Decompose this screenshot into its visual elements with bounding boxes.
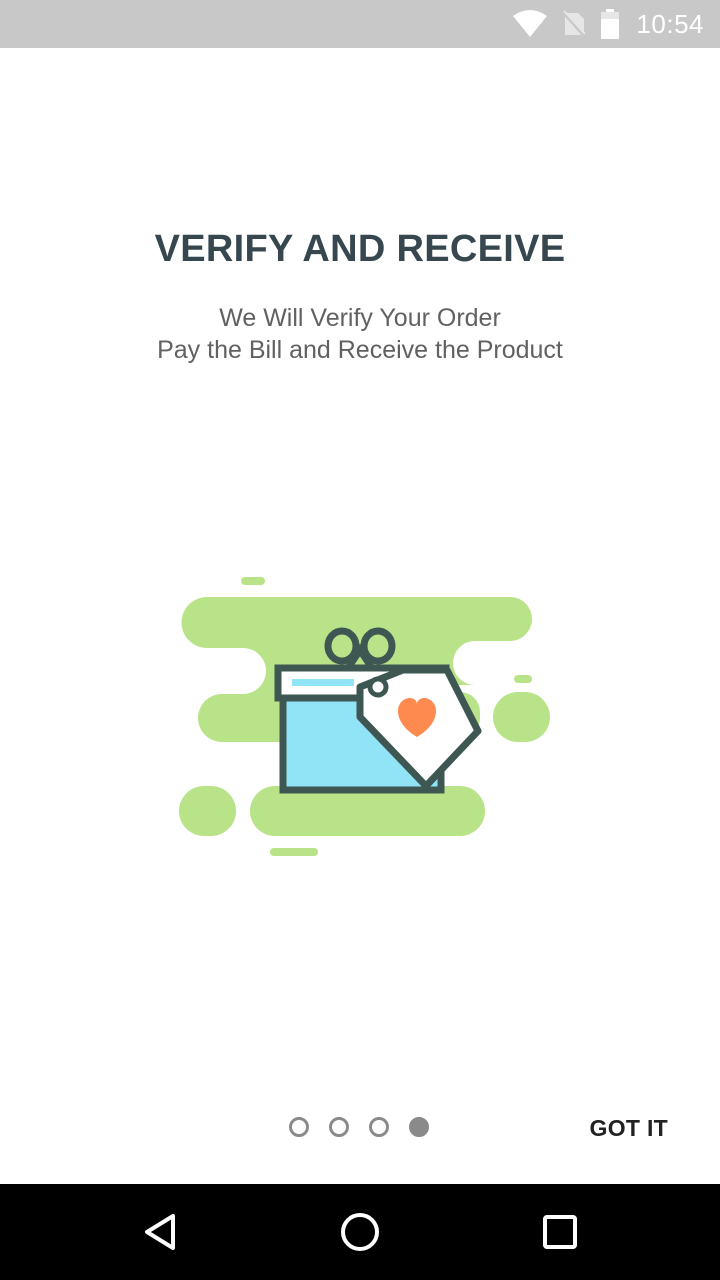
no-sim-icon — [562, 10, 587, 38]
back-icon — [145, 1214, 175, 1250]
recents-icon — [543, 1215, 577, 1249]
wifi-icon — [513, 10, 548, 37]
page-indicator — [289, 1117, 429, 1137]
gift-lid-stripe — [292, 679, 354, 686]
page-dot-1[interactable] — [289, 1117, 309, 1137]
page-title: VERIFY AND RECEIVE — [154, 228, 566, 270]
blob-pill-right — [493, 692, 550, 742]
blob-small-dash-top — [241, 577, 265, 585]
gift-tag-illustration — [179, 577, 550, 856]
page-description: We Will Verify Your Order Pay the Bill a… — [0, 302, 720, 366]
blob-dash-right — [514, 675, 532, 683]
description-line-2: Pay the Bill and Receive the Product — [157, 336, 563, 364]
blob-pill-left — [179, 786, 236, 836]
status-time: 10:54 — [636, 8, 704, 39]
home-icon — [341, 1213, 379, 1251]
status-bar: 10:54 — [0, 0, 720, 48]
page-dot-3[interactable] — [369, 1117, 389, 1137]
page-dot-4-active[interactable] — [409, 1117, 429, 1137]
blob-dash-bottom — [270, 848, 318, 856]
got-it-button[interactable]: GOT IT — [590, 1112, 668, 1144]
battery-icon — [601, 9, 620, 39]
home-button[interactable] — [336, 1208, 384, 1256]
back-button[interactable] — [136, 1208, 184, 1256]
recents-button[interactable] — [536, 1208, 584, 1256]
page-dot-2[interactable] — [329, 1117, 349, 1137]
description-line-1: We Will Verify Your Order — [219, 304, 501, 332]
price-tag-hole — [367, 676, 389, 698]
navigation-bar — [0, 1184, 720, 1280]
